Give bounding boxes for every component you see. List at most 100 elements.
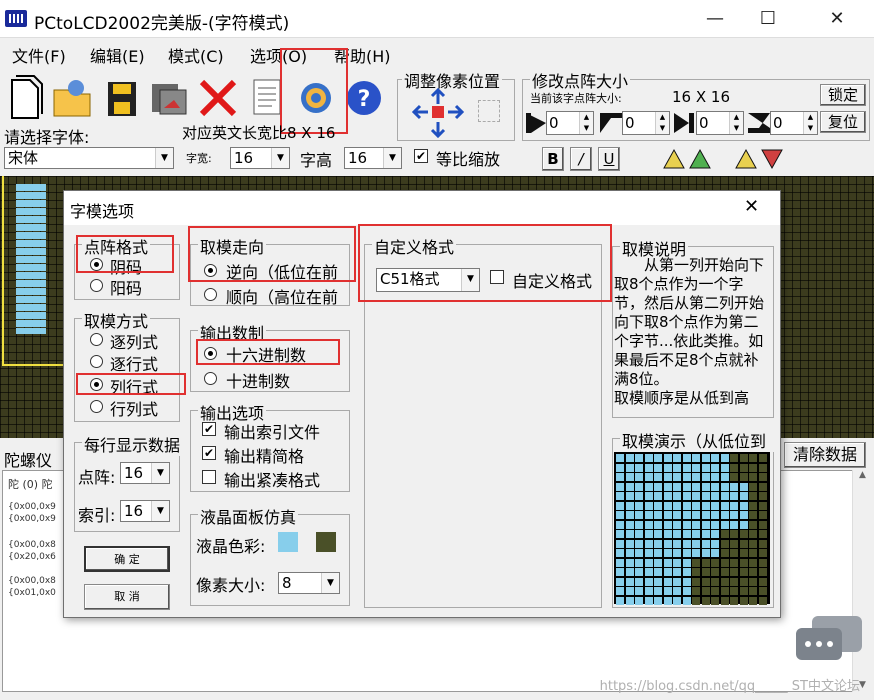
- output-tight-checkbox[interactable]: [202, 470, 216, 484]
- demo-pixel: [625, 539, 634, 548]
- chevron-down-icon[interactable]: ▼: [151, 501, 169, 521]
- save-button[interactable]: [100, 72, 144, 122]
- new-file-button[interactable]: [4, 72, 48, 122]
- radio-positive[interactable]: [90, 279, 103, 292]
- chevron-down-icon[interactable]: ▼: [151, 463, 169, 483]
- demo-pixel: [673, 501, 681, 510]
- radio-forward[interactable]: [204, 288, 217, 301]
- explain-text: 从第一列开始向下取8个点作为一个字节，然后从第二列开始向下取8个点作为第二个字节…: [614, 256, 765, 406]
- help-question-icon: ?: [347, 81, 381, 115]
- demo-pixel: [758, 558, 767, 567]
- proportional-checkbox[interactable]: ✔: [414, 149, 428, 163]
- demo-pixel: [654, 482, 662, 491]
- demo-pixel: [663, 520, 672, 529]
- demo-pixel: [625, 492, 634, 500]
- radio-column[interactable]: [90, 333, 103, 346]
- spin-arrows-icon[interactable]: ▲ ▼: [729, 112, 743, 134]
- demo-pixel: [749, 539, 757, 548]
- italic-button[interactable]: /: [570, 147, 592, 171]
- demo-pixel: [654, 577, 662, 586]
- chevron-down-icon[interactable]: ▼: [321, 573, 339, 593]
- delete-button[interactable]: [196, 72, 240, 122]
- demo-pixel: [749, 577, 757, 586]
- clear-data-button[interactable]: 清除数据: [784, 442, 866, 468]
- help-button[interactable]: ?: [342, 72, 386, 122]
- char-label: 陀螺仪: [4, 451, 53, 470]
- demo-pixel: [625, 530, 634, 538]
- center-icon[interactable]: [478, 100, 500, 122]
- maximize-button[interactable]: ☐: [745, 0, 791, 38]
- code-line: {0x01,0x0: [8, 588, 56, 598]
- demo-pixel: [682, 558, 691, 567]
- pixel-size-select[interactable]: 8 ▼: [278, 572, 340, 594]
- demo-pixel: [701, 492, 710, 500]
- rotate-button[interactable]: [660, 146, 716, 172]
- spin-arrows-icon[interactable]: ▲ ▼: [579, 112, 593, 134]
- demo-pixel: [635, 577, 643, 586]
- demo-pixel: [701, 482, 710, 491]
- mirror-button[interactable]: [732, 146, 788, 172]
- radio-decimal-label: 十进制数: [226, 372, 291, 391]
- minimize-button[interactable]: —: [692, 0, 738, 38]
- lock-button[interactable]: 锁定: [820, 84, 866, 106]
- restore-button[interactable]: 复位: [820, 111, 866, 133]
- demo-pixel: [739, 558, 748, 567]
- save-as-button[interactable]: [146, 72, 190, 122]
- output-index-checkbox[interactable]: ✔: [202, 422, 216, 436]
- demo-pixel: [701, 587, 710, 595]
- spin-bottom[interactable]: 0 ▲ ▼: [770, 111, 818, 135]
- demo-pixel: [644, 558, 653, 567]
- menu-edit[interactable]: 编辑(E): [90, 43, 145, 67]
- output-compact-checkbox[interactable]: ✔: [202, 446, 216, 460]
- height-select[interactable]: 16 ▼: [344, 147, 402, 169]
- demo-pixel: [635, 482, 643, 491]
- arrow-shift-icon: [411, 87, 465, 139]
- menu-mode[interactable]: 模式(C): [168, 43, 224, 67]
- demo-pixel: [635, 587, 643, 595]
- demo-pixel: [758, 511, 767, 519]
- chevron-down-icon[interactable]: ▼: [155, 148, 173, 168]
- demo-pixel: [739, 482, 748, 491]
- scroll-up-icon[interactable]: ▲: [853, 470, 872, 480]
- demo-pixel: [682, 501, 691, 510]
- chevron-down-icon[interactable]: ▼: [271, 148, 289, 168]
- ok-button[interactable]: 确 定: [84, 546, 170, 572]
- dot-count-select[interactable]: 16 ▼: [120, 462, 170, 484]
- demo-pixel: [739, 511, 748, 519]
- lcd-color-off-swatch[interactable]: [316, 532, 336, 552]
- demo-pixel: [635, 568, 643, 576]
- width-select[interactable]: 16 ▼: [230, 147, 290, 169]
- spin-right[interactable]: 0 ▲ ▼: [696, 111, 744, 135]
- dialog-close-button[interactable]: ✕: [744, 196, 759, 217]
- bold-button[interactable]: B: [542, 147, 564, 171]
- demo-pixel: [749, 454, 757, 462]
- open-file-button[interactable]: [50, 72, 94, 122]
- spin-left[interactable]: 0 ▲ ▼: [546, 111, 594, 135]
- close-button[interactable]: ✕: [814, 0, 860, 38]
- demo-pixel: [692, 558, 700, 567]
- demo-pixel: [644, 463, 653, 472]
- radio-column-label: 逐列式: [110, 333, 159, 352]
- menu-file[interactable]: 文件(F): [12, 43, 66, 67]
- spin-top[interactable]: 0 ▲ ▼: [622, 111, 670, 135]
- radio-row[interactable]: [90, 355, 103, 368]
- demo-pixel: [654, 492, 662, 500]
- demo-pixel: [749, 501, 757, 510]
- index-count-select[interactable]: 16 ▼: [120, 500, 170, 522]
- spin-arrows-icon[interactable]: ▲ ▼: [655, 112, 669, 134]
- cancel-button[interactable]: 取 消: [84, 584, 170, 610]
- radio-row-column[interactable]: [90, 400, 103, 413]
- demo-pixel: [701, 501, 710, 510]
- font-select[interactable]: 宋体 ▼: [4, 147, 174, 169]
- shift-arrows[interactable]: [411, 87, 472, 139]
- demo-pixel: [682, 577, 691, 586]
- chevron-down-icon[interactable]: ▼: [383, 148, 401, 168]
- underline-button[interactable]: U: [598, 147, 620, 171]
- demo-pixel: [644, 492, 653, 500]
- spin-arrows-icon[interactable]: ▲ ▼: [803, 112, 817, 134]
- lcd-color-on-swatch[interactable]: [278, 532, 298, 552]
- demo-pixel: [739, 596, 748, 605]
- demo-pixel: [682, 511, 691, 519]
- radio-decimal[interactable]: [204, 372, 217, 385]
- demo-pixel: [730, 463, 738, 472]
